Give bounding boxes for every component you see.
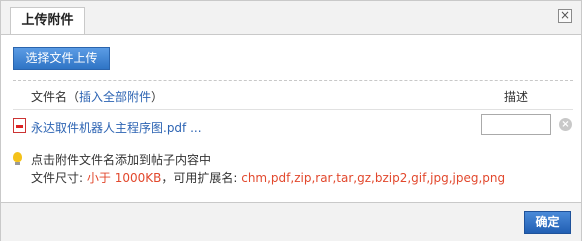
size-value: 小于 1000KB: [86, 171, 162, 185]
insert-all-close-paren: ）: [151, 90, 164, 104]
filename-header-label: 文件名: [31, 90, 68, 104]
select-file-upload-button[interactable]: 选择文件上传: [13, 47, 110, 70]
tab-bar: 上传附件 ×: [1, 1, 581, 35]
file-limits-text: 文件尺寸: 小于 1000KB，可用扩展名: chm,pdf,zip,rar,t…: [31, 169, 505, 186]
extensions-label: ，可用扩展名:: [161, 171, 238, 185]
extensions-value: chm,pdf,zip,rar,tar,gz,bzip2,gif,jpg,jpe…: [241, 171, 506, 185]
dialog-footer: 确定: [1, 202, 581, 241]
table-divider: [13, 109, 573, 110]
confirm-button[interactable]: 确定: [524, 211, 571, 234]
lightbulb-icon: [13, 152, 22, 165]
filename-column-header: 文件名（插入全部附件）: [31, 88, 163, 105]
size-label: 文件尺寸:: [31, 171, 84, 185]
description-column-header: 描述: [504, 90, 529, 104]
description-input[interactable]: [481, 114, 551, 135]
upload-attachment-dialog: 上传附件 × 选择文件上传 文件名（插入全部附件） 描述 永达取件机器人主程序图…: [0, 0, 582, 241]
tab-upload-attachment[interactable]: 上传附件: [10, 7, 85, 34]
insert-all-open-paren: （: [67, 90, 80, 104]
insert-tip-text: 点击附件文件名添加到帖子内容中: [31, 153, 212, 167]
divider: [13, 80, 573, 81]
insert-all-attachments-link[interactable]: 插入全部附件: [79, 90, 151, 104]
pdf-icon: [13, 118, 26, 133]
close-icon[interactable]: ×: [558, 9, 572, 23]
delete-icon[interactable]: ×: [559, 118, 572, 131]
attachment-filename-link[interactable]: 永达取件机器人主程序图.pdf ...: [31, 119, 202, 136]
